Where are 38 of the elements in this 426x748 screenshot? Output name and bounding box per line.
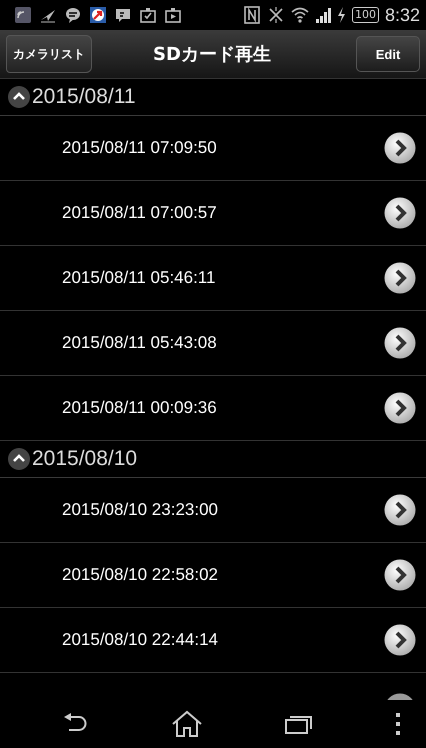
charging-icon [336, 6, 346, 24]
recording-time: 2015/08/11 07:09:50 [62, 138, 217, 158]
recording-time: 2015/08/11 00:09:36 [62, 398, 217, 418]
home-icon[interactable] [171, 710, 203, 738]
recording-list-item[interactable]: 2015/08/11 05:46:11 [0, 246, 426, 311]
clock-time: 8:32 [384, 4, 420, 26]
recording-list-item[interactable]: 2015/08/10 22:44:14 [0, 608, 426, 673]
wifi-icon [290, 6, 309, 24]
vibrate-off-icon [266, 6, 285, 24]
recording-time: 2015/08/10 22:44:14 [62, 630, 218, 650]
recording-list-item[interactable]: 2015/08/11 05:43:08 [0, 311, 426, 376]
recording-time: 2015/08/11 07:00:57 [62, 203, 217, 223]
nfc-icon [242, 6, 261, 24]
recording-list-item[interactable]: 2015/08/11 07:09:50 [0, 116, 426, 181]
signal-icon [314, 6, 331, 24]
recording-list-item[interactable]: 2015/08/10 22:58:02 [0, 543, 426, 608]
date-header: 2015/08/10 [32, 447, 138, 471]
collapse-toggle-icon[interactable] [8, 86, 30, 108]
more-options-icon[interactable] [395, 712, 401, 736]
clipboard-check-icon [139, 6, 157, 24]
collapse-toggle-icon[interactable] [8, 448, 30, 470]
app-icon [89, 6, 107, 24]
edit-button[interactable]: Edit [356, 36, 420, 72]
recording-list-item[interactable]: 2015/08/11 00:09:36 [0, 376, 426, 441]
recording-time: 2015/08/10 22:58:02 [62, 565, 218, 585]
message-icon [114, 6, 132, 24]
recording-list-item[interactable]: 2015/08/11 07:00:57 [0, 181, 426, 246]
back-button[interactable]: カメラリスト [6, 35, 92, 73]
screen-title: SDカード再生 [152, 43, 272, 66]
clipboard-play-icon [164, 6, 182, 24]
battery-level: 100 [352, 7, 379, 23]
recording-list-item[interactable]: 2015/08/10 23:23:00 [0, 478, 426, 543]
recording-time: 2015/08/11 05:43:08 [62, 333, 217, 353]
chat-bubble-icon [64, 6, 82, 24]
recording-time: 2015/08/11 05:46:11 [62, 268, 216, 288]
date-header: 2015/08/11 [32, 85, 136, 109]
recording-time: 2015/08/10 23:23:00 [62, 500, 218, 520]
recent-apps-icon[interactable] [285, 713, 313, 735]
